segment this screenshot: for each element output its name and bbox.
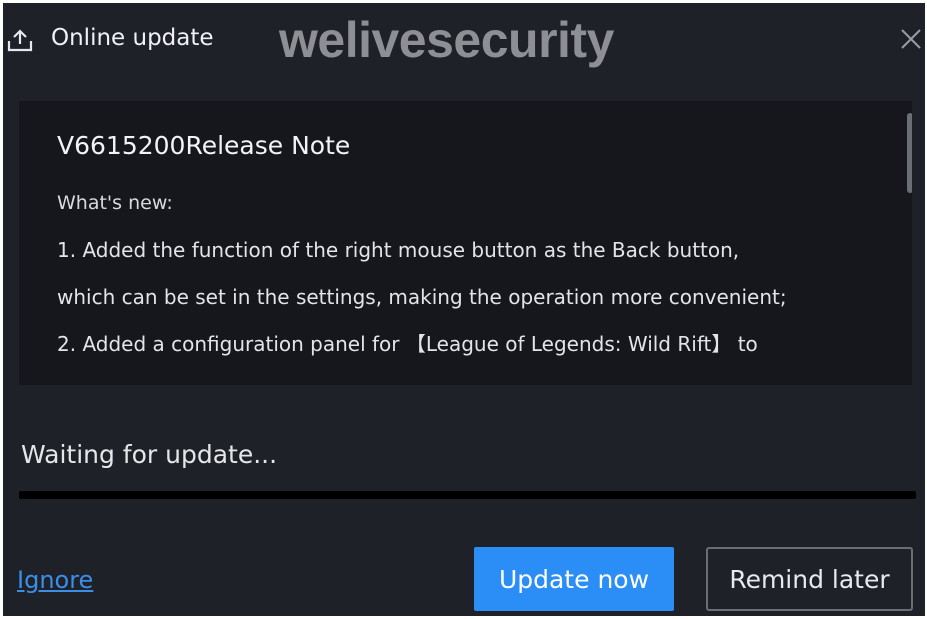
title-bar: Online update welivesecurity — [3, 3, 925, 79]
release-note-line: 1. Added the function of the right mouse… — [57, 238, 740, 262]
update-status-text: Waiting for update... — [21, 440, 278, 469]
release-notes-title: V6615200Release Note — [57, 131, 351, 160]
update-now-button[interactable]: Update now — [474, 547, 674, 611]
update-progress-bar — [19, 491, 916, 499]
release-notes-content: V6615200Release Note What's new: 1. Adde… — [57, 129, 902, 377]
remind-later-button[interactable]: Remind later — [706, 547, 913, 611]
release-notes-scrollbar[interactable] — [907, 113, 912, 193]
release-note-line: 2. Added a configuration panel for 【Leag… — [57, 332, 758, 356]
close-icon[interactable] — [899, 27, 923, 51]
release-notes-panel[interactable]: V6615200Release Note What's new: 1. Adde… — [19, 101, 912, 385]
ignore-link[interactable]: Ignore — [17, 566, 93, 594]
release-notes-heading: What's new: — [57, 192, 173, 214]
upload-icon — [7, 29, 33, 53]
window-title: Online update — [51, 25, 214, 51]
watermark-logo: welivesecurity — [279, 12, 614, 68]
release-note-line: which can be set in the settings, making… — [57, 285, 787, 309]
update-dialog: Online update welivesecurity V6615200Rel… — [3, 3, 925, 616]
